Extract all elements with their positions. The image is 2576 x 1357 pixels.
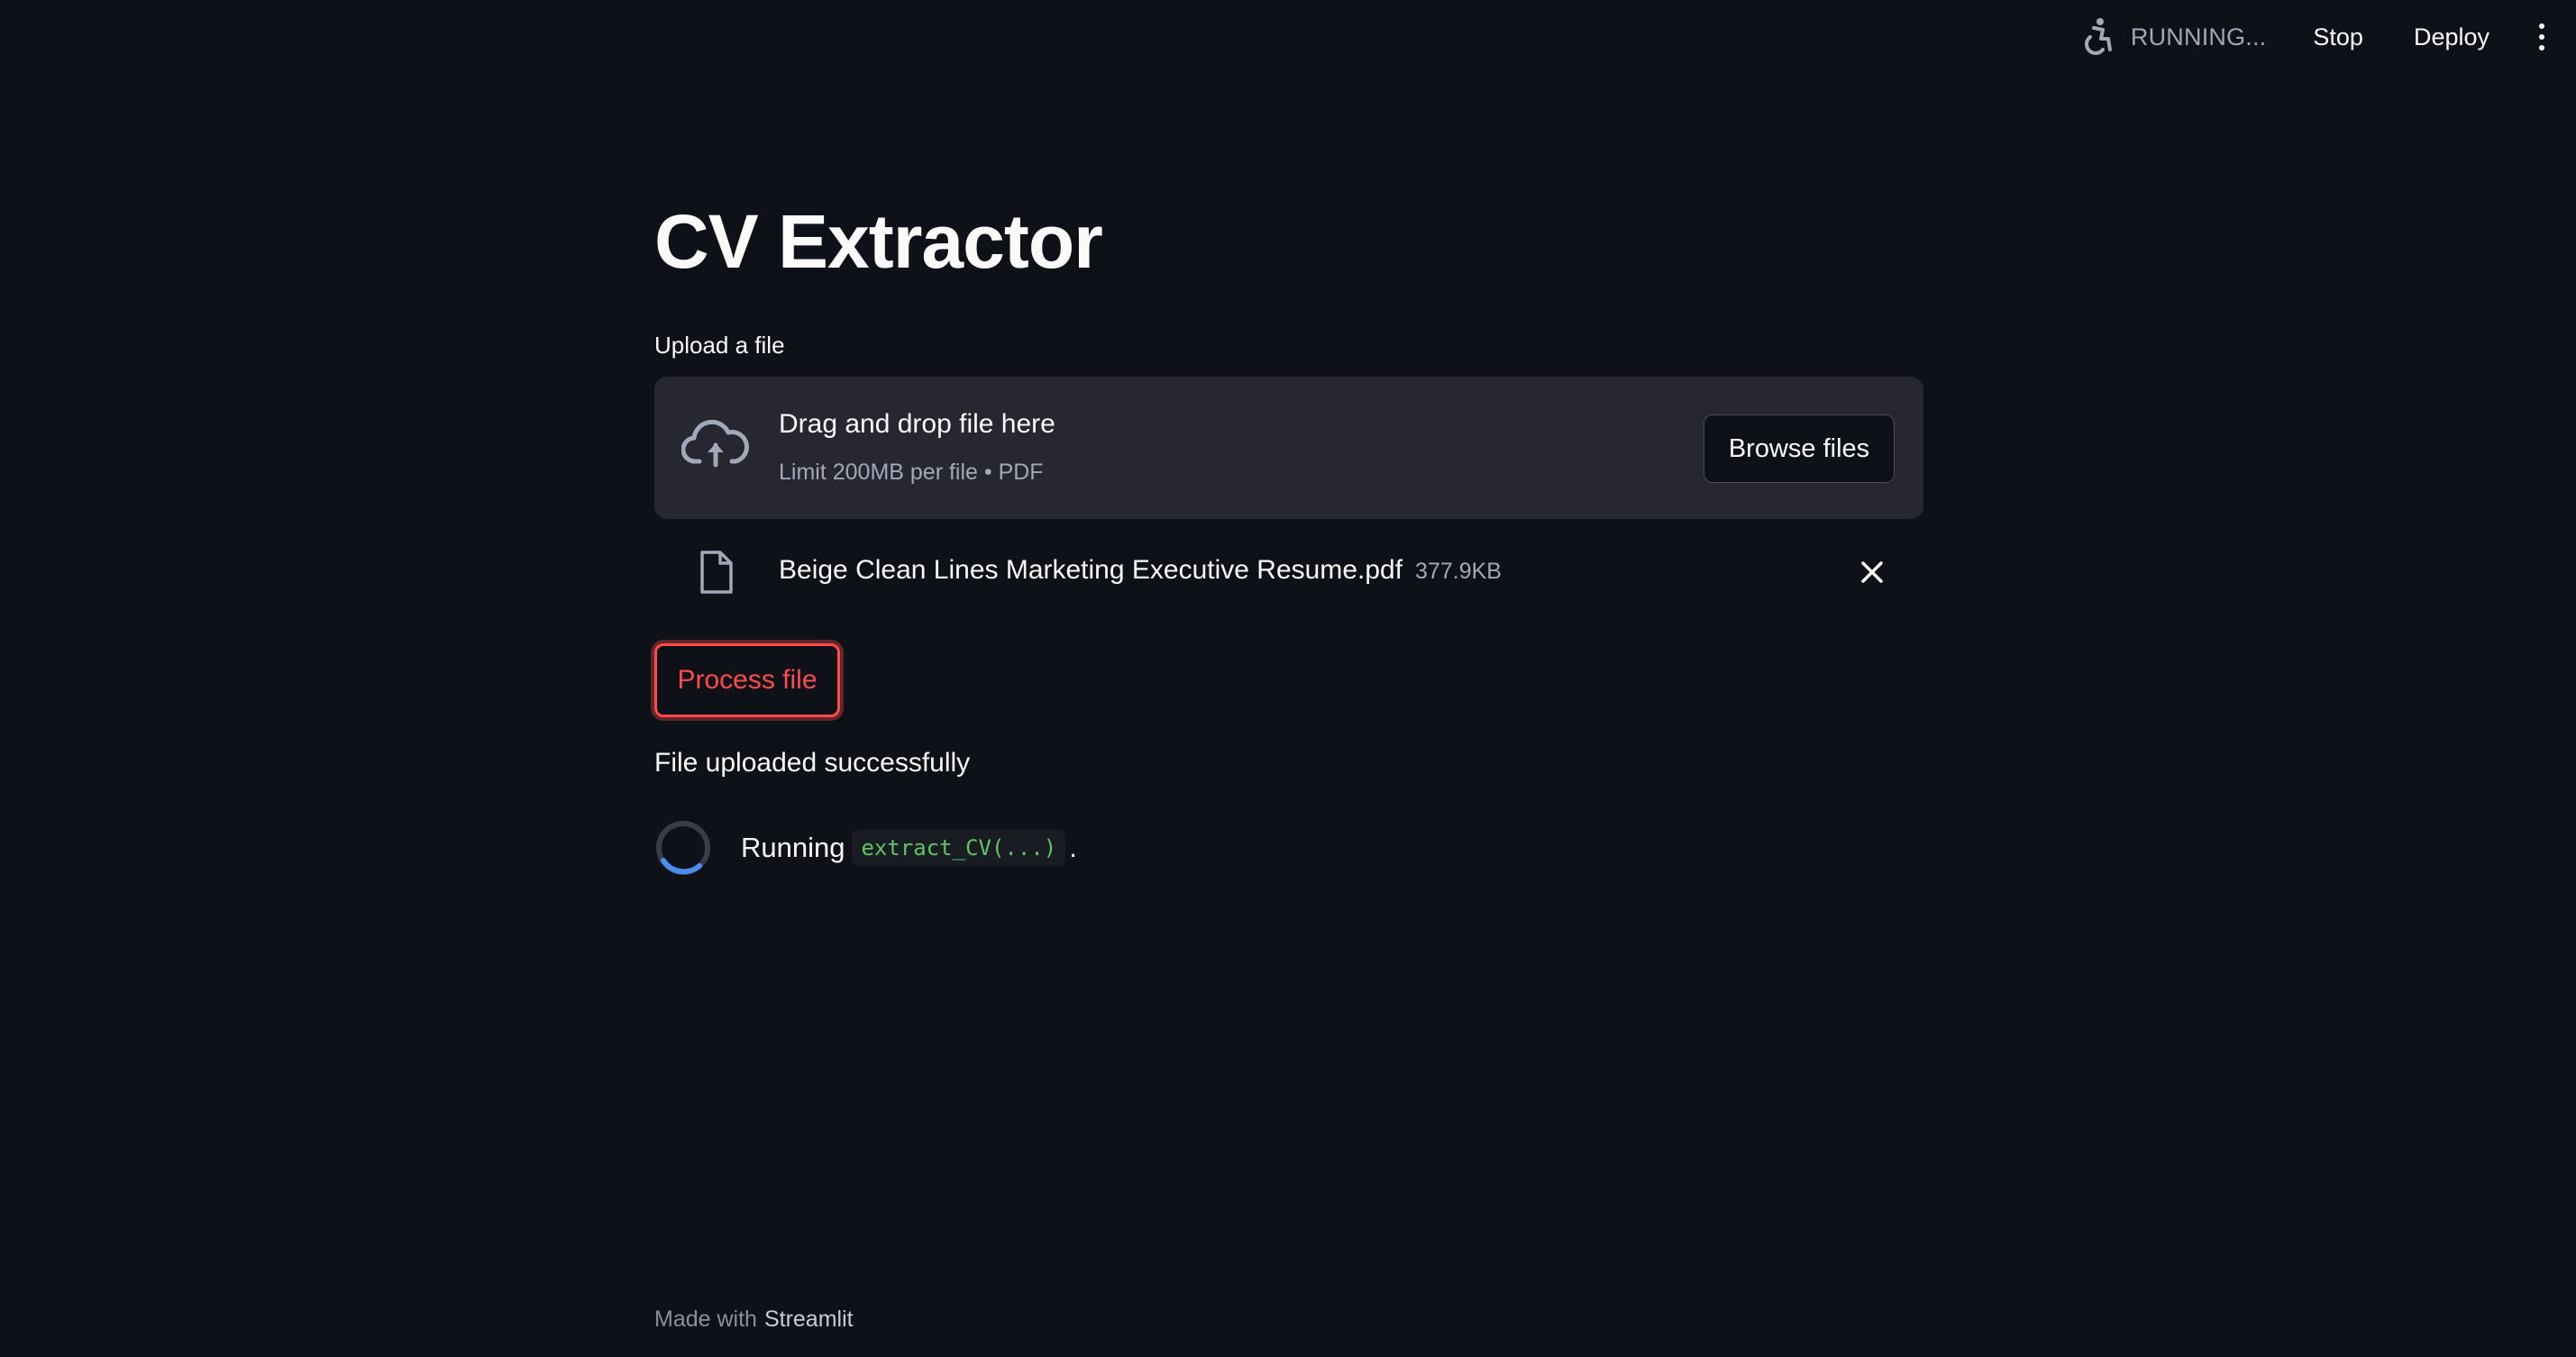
running-label: Running bbox=[741, 832, 845, 863]
file-name-text: Beige Clean Lines Marketing Executive Re… bbox=[779, 555, 1403, 585]
running-status: RUNNING... bbox=[2080, 17, 2267, 57]
kebab-menu-icon[interactable] bbox=[2533, 19, 2551, 55]
file-name: Beige Clean Lines Marketing Executive Re… bbox=[779, 555, 1502, 586]
stop-button[interactable]: Stop bbox=[2306, 16, 2370, 59]
process-file-button[interactable]: Process file bbox=[654, 643, 840, 717]
running-function-code: extract_CV(...) bbox=[852, 830, 1066, 866]
success-message: File uploaded successfully bbox=[654, 748, 971, 778]
running-indicator: Running extract_CV(...) . bbox=[654, 816, 1077, 879]
footer-prefix: Made with bbox=[654, 1307, 757, 1332]
uploaded-file-row: Beige Clean Lines Marketing Executive Re… bbox=[654, 541, 1923, 604]
uploader-label: Upload a file bbox=[654, 332, 785, 359]
dropzone-subtitle: Limit 200MB per file • PDF bbox=[779, 460, 1044, 485]
status-text: RUNNING... bbox=[2130, 23, 2267, 50]
deploy-button[interactable]: Deploy bbox=[2407, 16, 2497, 59]
file-size: 377.9KB bbox=[1415, 559, 1502, 584]
running-suffix: . bbox=[1069, 832, 1077, 863]
spinner-icon bbox=[654, 819, 712, 877]
dropzone-title: Drag and drop file here bbox=[779, 409, 1055, 439]
browse-files-button[interactable]: Browse files bbox=[1704, 414, 1895, 483]
file-dropzone[interactable]: Drag and drop file here Limit 200MB per … bbox=[654, 377, 1923, 519]
page-title: CV Extractor bbox=[654, 199, 1103, 284]
top-toolbar: RUNNING... Stop Deploy bbox=[2080, 0, 2576, 74]
document-icon bbox=[698, 550, 734, 595]
close-icon[interactable] bbox=[1857, 557, 1887, 587]
app-page: RUNNING... Stop Deploy CV Extractor Uplo… bbox=[0, 0, 2576, 1357]
streamlit-link[interactable]: Streamlit bbox=[764, 1307, 854, 1332]
footer: Made with Streamlit bbox=[654, 1307, 854, 1333]
cloud-upload-icon bbox=[681, 416, 750, 474]
running-person-icon bbox=[2080, 17, 2116, 57]
